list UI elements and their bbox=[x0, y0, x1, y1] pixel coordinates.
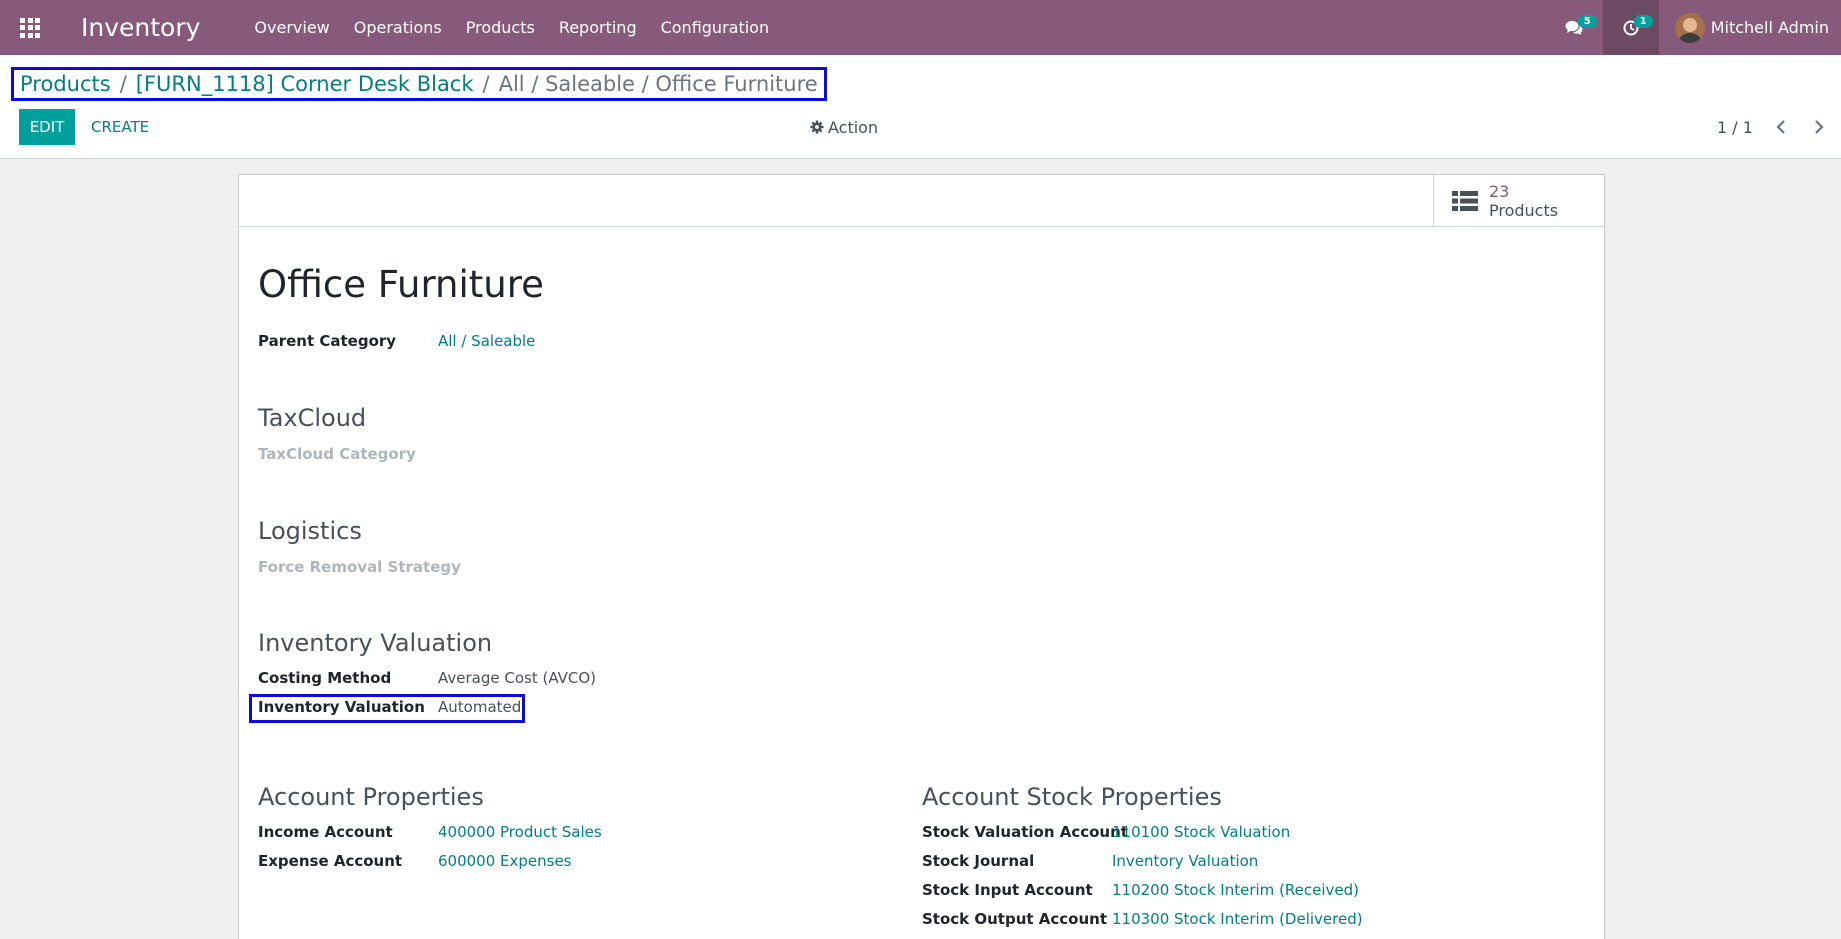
menu-operations[interactable]: Operations bbox=[342, 18, 454, 37]
apps-menu-icon[interactable] bbox=[0, 0, 60, 55]
taxcloud-group-title: TaxCloud bbox=[258, 404, 367, 432]
costing-method-value: Average Cost (AVCO) bbox=[438, 669, 597, 687]
edit-button[interactable]: EDIT bbox=[19, 109, 75, 145]
pager: 1 / 1 bbox=[1717, 109, 1827, 145]
messages-badge: 5 bbox=[1577, 15, 1597, 28]
page-title: Office Furniture bbox=[258, 263, 544, 306]
list-icon bbox=[1452, 190, 1478, 211]
button-box: 23 Products bbox=[239, 175, 1604, 227]
stock-output-link[interactable]: 110300 Stock Interim (Delivered) bbox=[1112, 910, 1363, 928]
messages-button[interactable]: 5 bbox=[1545, 0, 1603, 55]
menu-products[interactable]: Products bbox=[454, 18, 547, 37]
costing-method-label: Costing Method bbox=[258, 669, 392, 687]
stock-input-label: Stock Input Account bbox=[922, 881, 1093, 899]
stock-journal-label: Stock Journal bbox=[922, 852, 1035, 870]
activities-badge: 1 bbox=[1633, 15, 1653, 28]
valuation-group-title: Inventory Valuation bbox=[258, 629, 493, 657]
breadcrumb-separator: / bbox=[119, 72, 127, 96]
pager-next-button[interactable] bbox=[1811, 119, 1827, 135]
stock-properties-title: Account Stock Properties bbox=[922, 783, 1222, 811]
pager-previous-button[interactable] bbox=[1773, 119, 1789, 135]
main-menu: Overview Operations Products Reporting C… bbox=[242, 18, 781, 37]
inventory-valuation-value: Automated bbox=[438, 698, 522, 716]
breadcrumb-product[interactable]: [FURN_1118] Corner Desk Black bbox=[136, 72, 474, 96]
action-dropdown[interactable]: Action bbox=[810, 109, 878, 145]
removal-strategy-label: Force Removal Strategy bbox=[258, 558, 461, 576]
stock-journal-link[interactable]: Inventory Valuation bbox=[1112, 852, 1258, 870]
logistics-group-title: Logistics bbox=[258, 517, 362, 545]
inventory-valuation-label: Inventory Valuation bbox=[258, 698, 425, 716]
breadcrumb-current: All / Saleable / Office Furniture bbox=[498, 72, 818, 96]
taxcloud-category-label: TaxCloud Category bbox=[258, 445, 416, 463]
top-navbar: Inventory Overview Operations Products R… bbox=[0, 0, 1841, 55]
stock-valuation-label: Stock Valuation Account bbox=[922, 823, 1128, 841]
create-button[interactable]: CREATE bbox=[91, 109, 149, 145]
stock-output-label: Stock Output Account bbox=[922, 910, 1108, 928]
menu-reporting[interactable]: Reporting bbox=[547, 18, 649, 37]
chevron-right-icon bbox=[1815, 120, 1824, 134]
pager-value[interactable]: 1 / 1 bbox=[1717, 118, 1753, 137]
activities-button[interactable]: 1 bbox=[1602, 0, 1659, 55]
action-label: Action bbox=[828, 117, 879, 137]
menu-configuration[interactable]: Configuration bbox=[649, 18, 782, 37]
parent-category-link[interactable]: All / Saleable bbox=[438, 332, 535, 350]
menu-overview[interactable]: Overview bbox=[242, 18, 341, 37]
chevron-left-icon bbox=[1776, 120, 1785, 134]
user-menu[interactable]: Mitchell Admin bbox=[1659, 12, 1841, 43]
form-sheet: 23 Products Office Furniture Parent Cate… bbox=[238, 174, 1605, 939]
products-count: 23 bbox=[1489, 181, 1510, 201]
avatar bbox=[1674, 12, 1705, 43]
products-label: Products bbox=[1489, 200, 1559, 220]
stock-valuation-link[interactable]: 110100 Stock Valuation bbox=[1112, 823, 1290, 841]
expense-account-link[interactable]: 600000 Expenses bbox=[438, 852, 572, 870]
expense-account-label: Expense Account bbox=[258, 852, 403, 870]
stock-input-link[interactable]: 110200 Stock Interim (Received) bbox=[1112, 881, 1359, 899]
control-panel: Products / [FURN_1118] Corner Desk Black… bbox=[0, 55, 1841, 159]
parent-category-label: Parent Category bbox=[258, 332, 397, 350]
income-account-link[interactable]: 400000 Product Sales bbox=[438, 823, 602, 841]
breadcrumb-separator: / bbox=[482, 72, 490, 96]
breadcrumb-products[interactable]: Products bbox=[20, 72, 111, 96]
gear-icon bbox=[810, 120, 824, 134]
app-name[interactable]: Inventory bbox=[81, 13, 200, 42]
breadcrumb: Products / [FURN_1118] Corner Desk Black… bbox=[11, 67, 827, 101]
income-account-label: Income Account bbox=[258, 823, 393, 841]
account-properties-title: Account Properties bbox=[258, 783, 484, 811]
products-stat-button[interactable]: 23 Products bbox=[1433, 175, 1604, 226]
user-name: Mitchell Admin bbox=[1710, 18, 1829, 37]
